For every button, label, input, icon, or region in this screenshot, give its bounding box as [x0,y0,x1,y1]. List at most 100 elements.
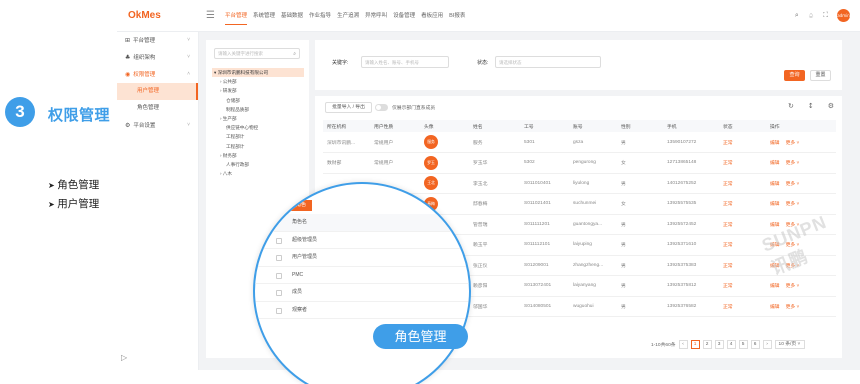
tree-node[interactable]: 工程部计 [212,132,304,141]
top-nav-item[interactable]: 看板应用 [421,0,443,32]
actions-cell: 编辑 更多 ˅ [766,132,836,153]
tree-node[interactable]: 供应链中心物控 [212,123,304,132]
column-header: 手机 [663,120,719,132]
checkbox[interactable] [276,307,282,314]
sidebar-item-role-management[interactable]: 角色管理 [117,100,198,117]
all-roles-tab[interactable]: 全部角色 [280,200,313,211]
edit-link[interactable]: 编辑 [770,305,780,310]
more-dropdown[interactable]: 更多 ˅ [786,141,800,146]
page-button[interactable]: 1 [690,340,700,349]
tree-node[interactable]: › 财务部 [212,151,304,160]
import-export-button[interactable]: 批量导入 / 导出 [325,102,372,113]
sidebar: ⊞ 平台管理 ˅ ♣ 组织架构 ˅ ◉ 权限管理 ˄ 用户管理 角色管理 ⚙ 平台设置 ˅ ▷ [117,32,199,370]
role-name: 用户管理员 [292,254,318,260]
sidebar-item-permission[interactable]: ◉ 权限管理 ˄ [117,66,198,83]
top-nav-item[interactable]: 异常呼叫 [365,0,387,32]
refresh-icon[interactable]: ↻ [788,102,794,110]
callout-badge: 角色管理 [373,324,468,349]
edit-link[interactable]: 编辑 [770,182,780,187]
top-nav-item[interactable]: BI报表 [449,0,465,32]
more-dropdown[interactable]: 更多 ˅ [786,284,800,289]
keyword-input[interactable]: 请输入姓名、账号、手机号 [361,56,449,68]
more-dropdown[interactable]: 更多 ˅ [786,182,800,187]
more-dropdown[interactable]: 更多 ˅ [786,305,800,310]
edit-link[interactable]: 编辑 [770,141,780,146]
edit-link[interactable]: 编辑 [770,202,780,207]
collapse-sidebar-icon[interactable]: ▷ [121,353,127,362]
tree-node[interactable]: 人事行政部 [212,160,304,169]
page-button[interactable]: 4 [726,340,736,349]
page-button[interactable]: 3 [714,340,724,349]
top-icons: ⌕ ♤ ⛶ admin [786,9,850,22]
settings-icon[interactable]: ⚙ [828,102,834,110]
cell-gender: 男 [617,255,663,276]
checkbox[interactable] [276,237,282,244]
top-nav-item[interactable]: 作业指导 [309,0,331,32]
top-nav-item[interactable]: 平台管理 [225,0,248,25]
top-nav-item[interactable]: 设备管理 [393,0,415,32]
cell-account: pengurong [569,152,617,174]
checkbox[interactable] [276,255,282,261]
table-row[interactable]: 数财部 常规用户 罗玉 罗玉华 5302 pengurong 女 12713865148 正常编… [323,152,836,174]
tree-node[interactable]: › 公共部 [212,77,304,86]
cell-phone: 14012675252 [663,173,719,194]
edit-link[interactable]: 编辑 [770,223,780,228]
checkbox[interactable] [276,272,282,279]
tree-node[interactable]: 仓储部 [212,96,304,105]
edit-link[interactable]: 编辑 [770,284,780,289]
role-name: 观察者 [292,306,308,313]
tree-node[interactable]: › 八木 [212,169,304,178]
menu-toggle-icon[interactable]: ☰ [206,10,215,21]
role-list: 角色名 超级管理员 用户管理员 PMC 成员 观察者 [255,214,469,319]
user-avatar[interactable]: admin [837,9,850,22]
column-header: 所在机构 [323,120,370,132]
more-dropdown[interactable]: 更多 ˅ [786,161,800,166]
top-nav-item[interactable]: 基础数据 [281,0,303,32]
sidebar-item-user-management[interactable]: 用户管理 [117,83,198,100]
edit-link[interactable]: 编辑 [770,161,780,166]
role-row[interactable]: 观察者 [255,302,469,319]
search-icon[interactable]: ⌕ [795,11,799,20]
role-row[interactable]: 成员 [255,284,469,302]
cell-account: guantongya... [569,214,617,235]
tree-node[interactable]: 制程品质部 [212,105,304,114]
search-icon[interactable]: ⌕ [293,49,296,59]
tree-node[interactable]: ▾ 深圳市讯鹏科技有限公司 [212,68,304,78]
sidebar-item-platform[interactable]: ⊞ 平台管理 ˅ [117,32,198,49]
reset-button[interactable]: 重置 [810,70,831,81]
query-button[interactable]: 查询 [784,70,805,81]
cell-no: S013072401 [520,275,569,297]
cell-no: S011021401 [520,193,569,215]
page-button[interactable]: 6 [750,340,760,349]
more-dropdown[interactable]: 更多 ˅ [786,202,800,207]
tree-node[interactable]: › 研发部 [212,86,304,95]
sidebar-item-org[interactable]: ♣ 组织架构 ˅ [117,49,198,66]
next-page-button[interactable]: › [762,340,772,349]
page-button[interactable]: 5 [738,340,748,349]
role-row[interactable]: 用户管理员 [255,249,469,267]
top-nav-item[interactable]: 生产追溯 [337,0,359,32]
fullscreen-icon[interactable]: ⛶ [823,11,828,20]
prev-page-button[interactable]: ‹ [678,340,688,349]
feature-list: 角色管理 用户管理 [48,176,99,214]
direct-members-toggle[interactable] [375,104,388,111]
top-nav-item[interactable]: 系统管理 [253,0,275,32]
table-row[interactable]: 深圳市讯鹏... 常规用户 服务 服务 5301 gsza 男 13590107272 正常 编辑… [323,132,836,153]
feature-item: 角色管理 [48,176,99,195]
magnifier-lens: 全部角色 角色名 超级管理员 用户管理员 PMC 成员 观察者 [253,182,471,384]
sidebar-item-label: 平台管理 [133,38,156,44]
cell-name: 张正仪 [469,255,520,276]
bell-icon[interactable]: ♤ [808,12,814,20]
role-row[interactable]: PMC [255,267,469,284]
page-button[interactable]: 2 [702,340,712,349]
role-row[interactable]: 超级管理员 [255,232,469,249]
checkbox[interactable] [276,290,282,296]
column-height-icon[interactable]: ↕ [808,102,814,110]
sidebar-item-settings[interactable]: ⚙ 平台设置 ˅ [117,117,198,134]
status-select[interactable]: 请选择状态 [495,56,601,68]
avatar-cell: 服务 [420,132,469,153]
page-size-select[interactable]: 10 条/页 ˅ [774,340,805,349]
tree-search-input[interactable]: 请输入关键字进行搜索 ⌕ [214,48,300,59]
tree-node[interactable]: 工程部计 [212,142,304,151]
tree-node[interactable]: › 生产部 [212,114,304,123]
